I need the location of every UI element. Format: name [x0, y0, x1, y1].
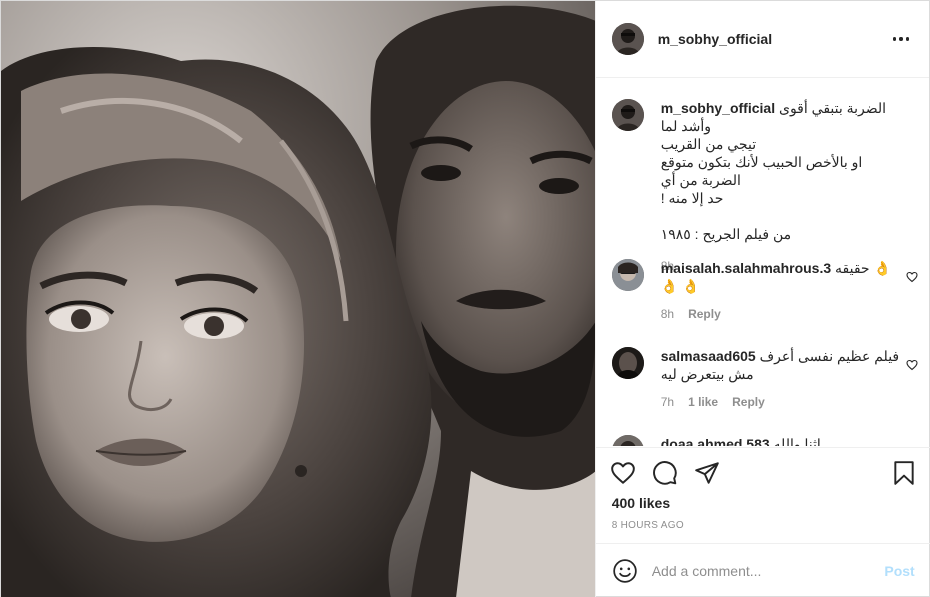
comment-meta: 8h Reply: [661, 305, 901, 323]
comment-likes[interactable]: 1 like: [688, 393, 718, 411]
avatar[interactable]: [611, 99, 644, 131]
share-icon[interactable]: [694, 460, 720, 486]
caption-line4: حد إلا منه !: [660, 190, 724, 206]
likes-count[interactable]: 400 likes: [612, 495, 670, 511]
caption: m_sobhy_official الضربة بتبقي أقوى وأشد …: [611, 99, 912, 273]
comment-item: doaa.ahmed.583 اثنا والله: [611, 435, 912, 446]
comment-time[interactable]: 8h: [661, 305, 674, 323]
post-header: m_sobhy_official: [595, 1, 929, 78]
avatar[interactable]: [611, 259, 644, 291]
comment-body: doaa.ahmed.583 اثنا والله: [661, 435, 901, 446]
comment-item: maisalah.salahmahrous.3 حقيقه 👌👌 👌 8h Re…: [611, 259, 918, 329]
caption-body: m_sobhy_official الضربة بتبقي أقوى وأشد …: [661, 99, 901, 275]
avatar[interactable]: [611, 23, 644, 55]
avatar[interactable]: [611, 435, 644, 446]
post-timestamp[interactable]: 8 hours ago: [612, 520, 684, 531]
post-photo[interactable]: [1, 1, 595, 597]
comment-body: salmasaad605 فيلم عظيم نفسى أعرف مش بيتع…: [661, 347, 901, 411]
header-username[interactable]: m_sobhy_official: [658, 31, 889, 47]
comment-username[interactable]: salmasaad605: [661, 348, 756, 364]
comment-body: maisalah.salahmahrous.3 حقيقه 👌👌 👌 8h Re…: [661, 259, 901, 323]
avatar[interactable]: [611, 347, 644, 379]
reply-button[interactable]: Reply: [732, 393, 765, 411]
comment-meta: 7h 1 like Reply: [661, 393, 901, 411]
heart-icon[interactable]: [610, 460, 636, 486]
post-side-panel: m_sobhy_official m_sobhy_official الضربة…: [594, 1, 930, 597]
more-options-icon[interactable]: [889, 27, 913, 51]
add-comment-bar: Post: [595, 543, 930, 597]
caption-line2: تيجي من القريب: [660, 136, 757, 152]
reply-button[interactable]: Reply: [688, 305, 721, 323]
post-container: m_sobhy_official m_sobhy_official الضربة…: [0, 0, 930, 597]
post-actions: 400 likes 8 hours ago: [595, 447, 930, 543]
like-comment-heart-icon[interactable]: [906, 271, 918, 283]
caption-line5: من فيلم الجريح : ١٩٨٥: [660, 226, 792, 242]
comment-icon[interactable]: [652, 460, 678, 486]
comment-text: اثنا والله: [773, 436, 821, 446]
comment-username[interactable]: maisalah.salahmahrous.3: [661, 260, 831, 276]
like-comment-heart-icon[interactable]: [906, 359, 918, 371]
emoji-icon[interactable]: [612, 558, 638, 584]
post-comment-button[interactable]: Post: [884, 563, 914, 579]
caption-line3: او بالأخص الحبيب لأنك بتكون متوقع الضربة…: [660, 154, 863, 188]
comment-time[interactable]: 7h: [661, 393, 674, 411]
comment-item: salmasaad605 فيلم عظيم نفسى أعرف مش بيتع…: [611, 347, 918, 427]
comment-input[interactable]: [651, 563, 885, 579]
caption-username[interactable]: m_sobhy_official: [661, 100, 775, 116]
bookmark-icon[interactable]: [891, 460, 917, 486]
comments-list[interactable]: m_sobhy_official الضربة بتبقي أقوى وأشد …: [596, 79, 930, 446]
comment-username[interactable]: doaa.ahmed.583: [661, 436, 770, 446]
action-icons: [610, 460, 720, 486]
photo-portrait: [1, 1, 595, 597]
